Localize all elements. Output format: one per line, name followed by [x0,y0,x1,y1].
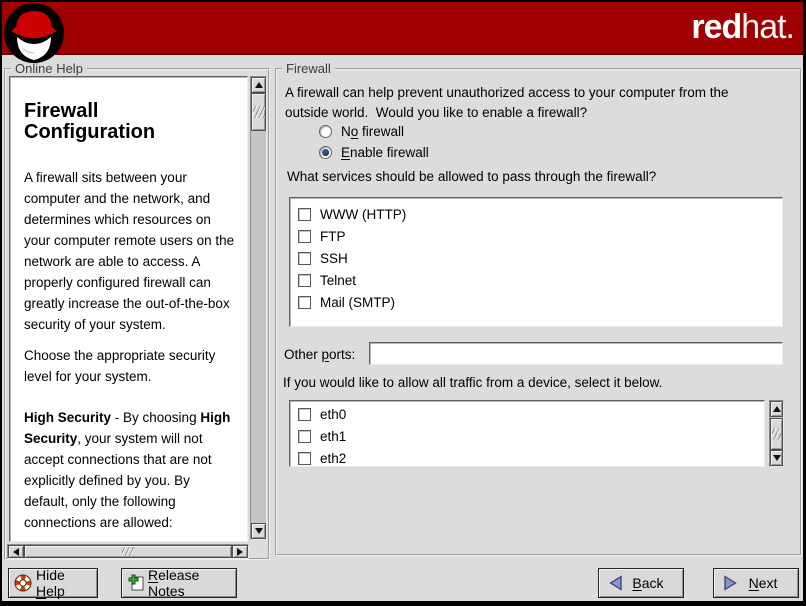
brand-hat: hat [741,8,785,46]
release-notes-icon [128,574,145,592]
device-list: eth0 eth1 eth2 [289,400,765,467]
checkbox-icon [298,274,311,287]
scroll-up-button[interactable] [770,401,783,417]
header-bar: redhat. [2,2,803,55]
scroll-right-button[interactable] [232,545,248,558]
device-row-eth0[interactable]: eth0 [290,403,764,425]
redhat-wordmark: redhat. [691,7,794,47]
scrollbar-grip [253,106,265,118]
installer-window: redhat. ® Online Help Firewall Configura… [0,0,806,606]
service-row-ssh[interactable]: SSH [290,247,782,269]
brand-dot: . [786,8,794,46]
next-arrow-icon [723,575,738,591]
device-label: eth0 [320,407,346,422]
checkbox-icon [298,452,311,465]
button-label: Hide Help [36,567,97,599]
device-list-scrollbar [769,400,784,467]
radio-label: No firewall [341,124,404,139]
radio-button-selected-icon [319,146,332,159]
service-label: Mail (SMTP) [320,295,395,310]
brand-red: red [691,8,741,46]
radio-button-icon [319,125,332,138]
checkbox-icon [298,430,311,443]
scroll-left-button[interactable] [8,545,24,558]
firewall-frame-label: Firewall [282,61,335,77]
checkbox-icon [298,208,311,221]
lifesaver-icon [14,574,32,592]
registered-trademark: ® [58,36,63,43]
checkbox-icon [298,408,311,421]
help-horizontal-scrollbar [7,544,249,559]
down-arrow-icon [773,455,781,461]
vertical-scrollbar-thumb[interactable] [770,418,783,450]
help-title: Firewall Configuration [24,101,235,143]
back-arrow-icon [608,575,623,591]
service-label: Telnet [320,273,356,288]
service-label: SSH [320,251,348,266]
down-arrow-icon [255,528,263,534]
device-label: eth2 [320,451,346,466]
back-button[interactable]: Back [598,568,684,598]
up-arrow-icon [773,406,781,412]
radio-no-firewall[interactable]: No firewall [319,122,404,140]
device-hint-text: If you would like to allow all traffic f… [283,375,662,390]
checkbox-icon [298,252,311,265]
help-bold: High Security [24,410,111,425]
vertical-scrollbar-thumb[interactable] [251,93,266,131]
device-label: eth1 [320,429,346,444]
device-row-eth2[interactable]: eth2 [290,447,764,467]
other-ports-input[interactable] [369,342,783,365]
button-label: Back [618,575,663,591]
scroll-down-button[interactable] [251,523,266,539]
radio-label: Enable firewall [341,145,429,160]
checkbox-icon [298,296,311,309]
up-arrow-icon [255,82,263,88]
service-label: FTP [320,229,346,244]
device-row-eth1[interactable]: eth1 [290,425,764,447]
scroll-up-button[interactable] [251,77,266,93]
shadowman-icon [3,2,67,66]
service-label: WWW (HTTP) [320,207,406,222]
help-paragraph: A firewall sits between your computer an… [24,167,235,335]
next-button[interactable]: Next [713,568,799,598]
button-label: Next [735,575,778,591]
scrollbar-grip [122,547,134,556]
online-help-panel: Online Help Firewall Configuration A fir… [4,68,270,560]
left-arrow-icon [13,548,19,556]
right-arrow-icon [237,548,243,556]
service-row-telnet[interactable]: Telnet [290,269,782,291]
radio-enable-firewall[interactable]: Enable firewall [319,143,429,161]
scrollbar-grip [772,428,781,440]
service-row-ftp[interactable]: FTP [290,225,782,247]
scroll-down-button[interactable] [770,450,783,466]
help-paragraph: Choose the appropriate security level fo… [24,345,235,387]
other-ports-label: Other ports: [284,347,355,362]
release-notes-button[interactable]: Release Notes [121,568,237,598]
firewall-intro-text: A firewall can help prevent unauthorized… [285,83,787,123]
help-paragraph: High Security - By choosing High Securit… [24,407,235,533]
hide-help-button[interactable]: Hide Help [8,568,98,598]
checkbox-icon [298,230,311,243]
help-text-view: Firewall Configuration A firewall sits b… [9,76,248,542]
redhat-shadowman-logo: ® [3,2,69,68]
service-row-www[interactable]: WWW (HTTP) [290,203,782,225]
button-label: Release Notes [148,567,236,599]
services-question: What services should be allowed to pass … [287,169,656,184]
horizontal-scrollbar-thumb[interactable] [24,545,232,558]
firewall-panel: Firewall A firewall can help prevent una… [275,68,802,556]
help-vertical-scrollbar [250,76,267,540]
services-list: WWW (HTTP) FTP SSH Telnet Mail (SMTP) [289,197,783,327]
service-row-mail[interactable]: Mail (SMTP) [290,291,782,313]
